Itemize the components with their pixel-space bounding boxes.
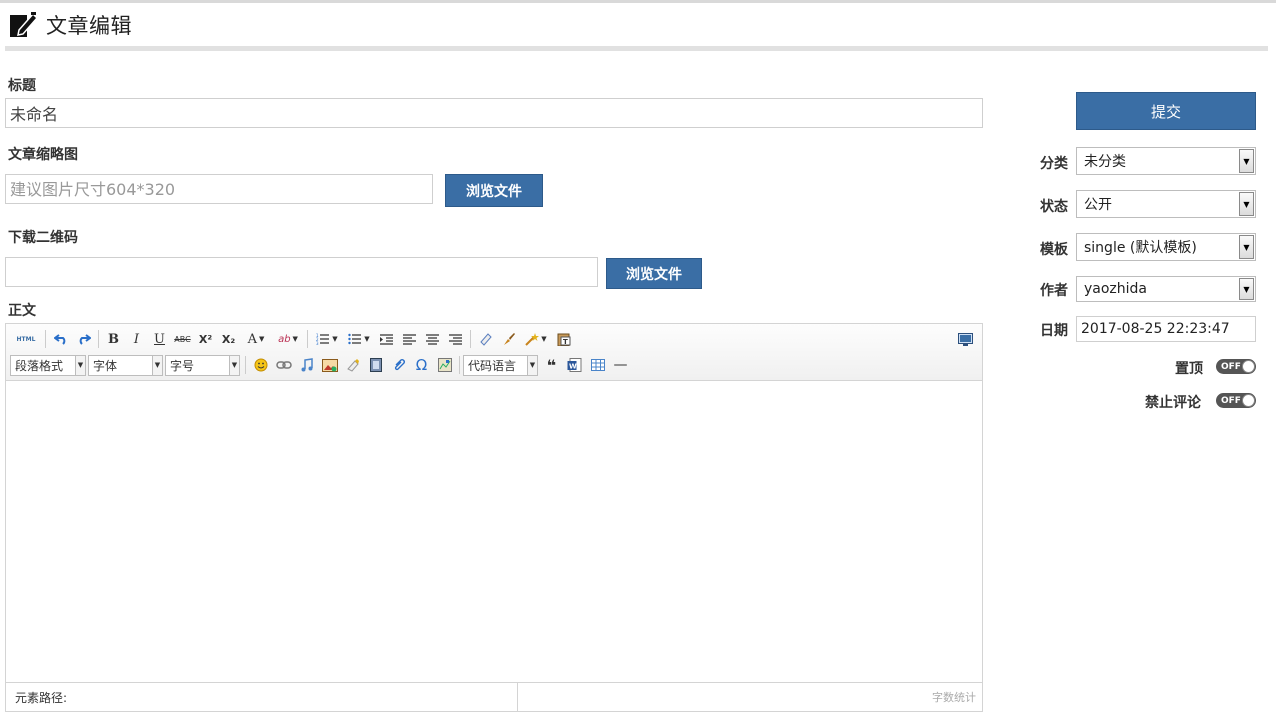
format-brush-icon[interactable]: [497, 328, 520, 350]
italic-icon[interactable]: I: [125, 328, 148, 350]
align-left-icon[interactable]: [398, 328, 421, 350]
svg-text:W: W: [569, 362, 577, 370]
fullscreen-icon[interactable]: [954, 328, 977, 350]
font-size-select[interactable]: 字号 ▼: [165, 354, 240, 376]
horizontal-rule-icon[interactable]: —: [609, 354, 632, 376]
word-icon[interactable]: W: [563, 354, 586, 376]
redo-icon[interactable]: [72, 328, 95, 350]
table-icon[interactable]: [586, 354, 609, 376]
qrcode-input[interactable]: [5, 257, 598, 287]
emoticon-icon[interactable]: [249, 354, 272, 376]
clear-doc-icon[interactable]: [341, 354, 364, 376]
paragraph-format-select[interactable]: 段落格式 ▼: [10, 354, 86, 376]
rich-text-editor: HTML B I U ABC X² X₂ A ▼ ab ▼ 1 2 3 ▼ ▼ ▼ T: [5, 323, 983, 712]
status-select[interactable]: 公开 ▼: [1076, 190, 1256, 218]
strikethrough-icon[interactable]: ABC: [171, 328, 194, 350]
underline-icon[interactable]: U: [148, 328, 171, 350]
page-title: 文章编辑: [46, 14, 132, 38]
sticky-toggle[interactable]: OFF: [1216, 359, 1256, 374]
highlight-icon[interactable]: ab ▼: [272, 328, 304, 350]
chevron-down-icon: ▼: [1239, 278, 1254, 300]
page-header: 文章编辑: [10, 12, 132, 38]
sticky-label: 置顶: [1175, 361, 1203, 377]
omega-icon[interactable]: Ω: [410, 354, 433, 376]
top-border: [0, 0, 1276, 3]
title-label: 标题: [8, 78, 36, 94]
font-family-select[interactable]: 字体 ▼: [88, 354, 163, 376]
body-label: 正文: [8, 303, 36, 319]
editor-toolbar: HTML B I U ABC X² X₂ A ▼ ab ▼ 1 2 3 ▼ ▼ ▼ T: [6, 324, 982, 381]
status-label: 状态: [1040, 199, 1068, 215]
thumbnail-label: 文章缩略图: [8, 147, 78, 163]
image-icon[interactable]: [318, 354, 341, 376]
element-path: 元素路径:: [6, 683, 518, 711]
font-color-icon[interactable]: A ▼: [240, 328, 272, 350]
chevron-down-icon: ▼: [1239, 235, 1254, 259]
bold-icon[interactable]: B: [102, 328, 125, 350]
video-icon[interactable]: [364, 354, 387, 376]
category-select[interactable]: 未分类 ▼: [1076, 147, 1256, 175]
map-icon[interactable]: [433, 354, 456, 376]
code-language-select[interactable]: 代码语言 ▼: [463, 354, 538, 376]
thumbnail-input[interactable]: [5, 174, 433, 204]
chevron-down-icon: ▼: [1239, 149, 1254, 173]
music-icon[interactable]: [295, 354, 318, 376]
author-label: 作者: [1040, 283, 1068, 299]
qrcode-label: 下载二维码: [8, 230, 78, 246]
editor-statusbar: 元素路径: 字数统计: [6, 682, 982, 711]
align-center-icon[interactable]: [421, 328, 444, 350]
chevron-down-icon: ▼: [1239, 192, 1254, 216]
browse-thumbnail-button[interactable]: 浏览文件: [445, 174, 543, 207]
toolbar-row-2: 段落格式 ▼ 字体 ▼ 字号 ▼ Ω 代码语言 ▼ ❝ W —: [10, 354, 632, 376]
date-input[interactable]: 2017-08-25 22:23:47: [1076, 316, 1256, 342]
ordered-list-icon[interactable]: 1 2 3 ▼: [311, 328, 343, 350]
superscript-icon[interactable]: X²: [194, 328, 217, 350]
svg-text:3: 3: [316, 341, 319, 345]
submit-button[interactable]: 提交: [1076, 92, 1256, 130]
blockquote-icon[interactable]: ❝: [540, 354, 563, 376]
edit-article-icon: [10, 12, 38, 37]
subscript-icon[interactable]: X₂: [217, 328, 240, 350]
title-input[interactable]: [5, 98, 983, 128]
paste-text-icon[interactable]: T: [552, 328, 575, 350]
word-count: 字数统计: [932, 691, 976, 704]
attachment-icon[interactable]: [387, 354, 410, 376]
eraser-icon[interactable]: [474, 328, 497, 350]
editor-content-area[interactable]: [6, 381, 982, 681]
disable-comments-toggle[interactable]: OFF: [1216, 393, 1256, 408]
browse-qrcode-button[interactable]: 浏览文件: [606, 258, 702, 289]
category-label: 分类: [1040, 156, 1068, 172]
header-divider: [5, 46, 1268, 51]
author-select[interactable]: yaozhida ▼: [1076, 276, 1256, 302]
magic-wand-icon[interactable]: ▼: [520, 328, 552, 350]
template-label: 模板: [1040, 242, 1068, 258]
unordered-list-icon[interactable]: ▼: [343, 328, 375, 350]
indent-icon[interactable]: [375, 328, 398, 350]
html-source-icon[interactable]: HTML: [10, 328, 42, 350]
date-label: 日期: [1040, 323, 1068, 339]
svg-text:T: T: [563, 338, 568, 346]
toolbar-row-1: HTML B I U ABC X² X₂ A ▼ ab ▼ 1 2 3 ▼ ▼ ▼ T: [10, 328, 575, 350]
align-right-icon[interactable]: [444, 328, 467, 350]
disable-comments-label: 禁止评论: [1145, 395, 1201, 411]
link-icon[interactable]: [272, 354, 295, 376]
template-select[interactable]: single (默认模板) ▼: [1076, 233, 1256, 261]
undo-icon[interactable]: [49, 328, 72, 350]
